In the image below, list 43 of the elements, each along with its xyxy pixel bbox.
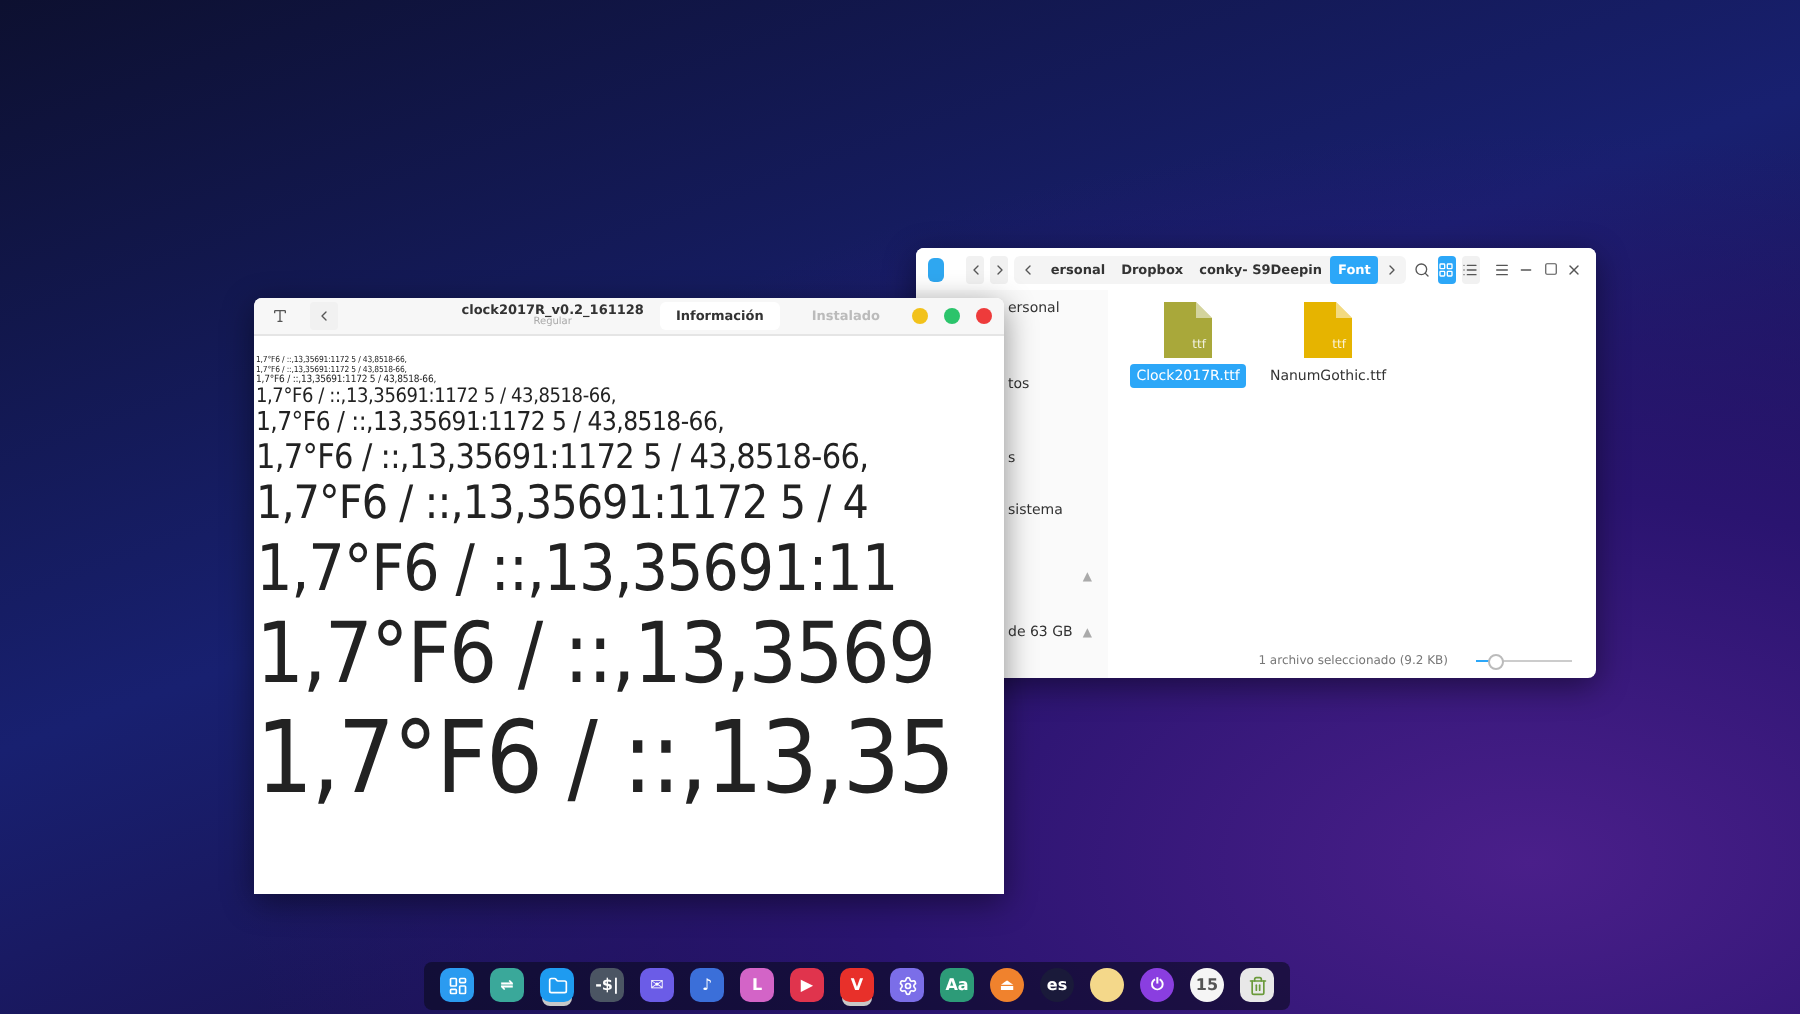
dock-app-icon[interactable]: ♪: [690, 968, 724, 1002]
dock-app-icon[interactable]: ✉: [640, 968, 674, 1002]
forward-button[interactable]: [990, 255, 1009, 283]
back-button[interactable]: [965, 255, 985, 283]
file-manager-icon: [928, 257, 944, 281]
grid-icon: [447, 975, 467, 995]
list-view-button[interactable]: [1461, 255, 1481, 283]
trash-icon: [1247, 975, 1267, 995]
dock-app-icon[interactable]: 15: [1190, 968, 1224, 1002]
font-preview-line: 1,7°F6 / ::,13,35691:1172 5 / 4: [256, 478, 871, 532]
close-icon: [1566, 261, 1583, 277]
dock-app-icon[interactable]: ⇌: [490, 968, 524, 1002]
dock-app-icon[interactable]: L: [740, 968, 774, 1002]
font-preview-line: 1,7°F6 / ::,13,35691:1172 5 / 43,8518-66,: [256, 386, 619, 410]
menu-icon: [1493, 261, 1510, 277]
search-icon: [1414, 261, 1431, 277]
text-icon: [272, 308, 288, 324]
maximize-icon: [1543, 262, 1558, 276]
dock-app-icon[interactable]: ⏻: [1140, 968, 1174, 1002]
list-icon: [1462, 261, 1479, 277]
chevron-left-icon: [316, 308, 332, 324]
folder-icon: [547, 975, 567, 995]
font-preview-line: 1,7°F6 / ::,13,35691:11: [256, 531, 899, 606]
grid-icon: [1438, 261, 1455, 277]
close-button[interactable]: [976, 308, 992, 324]
font-preview-line: 1,7°F6 / ::,13,35691:1172 5 / 43,8518-66,: [256, 439, 871, 479]
font-preview-line: 1,7°F6 / ::,13,35691:1172 5 / 43,8518-66,: [256, 409, 727, 440]
zoom-slider-thumb[interactable]: [1487, 653, 1504, 669]
font-preview-line: 1,7°F6 / ::,13,35: [256, 701, 956, 817]
dock-app-icon[interactable]: [440, 968, 474, 1002]
font-preview-line: 1,7°F6 / ::,13,3569: [256, 605, 937, 702]
dock-app-icon[interactable]: [1240, 968, 1274, 1002]
back-button[interactable]: [310, 302, 338, 330]
dock-app-icon[interactable]: [540, 968, 574, 1002]
dock-app-icon[interactable]: [1090, 968, 1124, 1002]
dock-app-icon[interactable]: es: [1040, 968, 1074, 1002]
dock-app-icon[interactable]: ▶: [790, 968, 824, 1002]
maximize-button[interactable]: [944, 308, 960, 324]
dock-app-icon[interactable]: V: [840, 968, 874, 1002]
dock-app-icon[interactable]: Aa: [940, 968, 974, 1002]
dock-app-icon[interactable]: -$|: [590, 968, 624, 1002]
gear-icon: [897, 975, 917, 995]
dock-app-icon[interactable]: [890, 968, 924, 1002]
